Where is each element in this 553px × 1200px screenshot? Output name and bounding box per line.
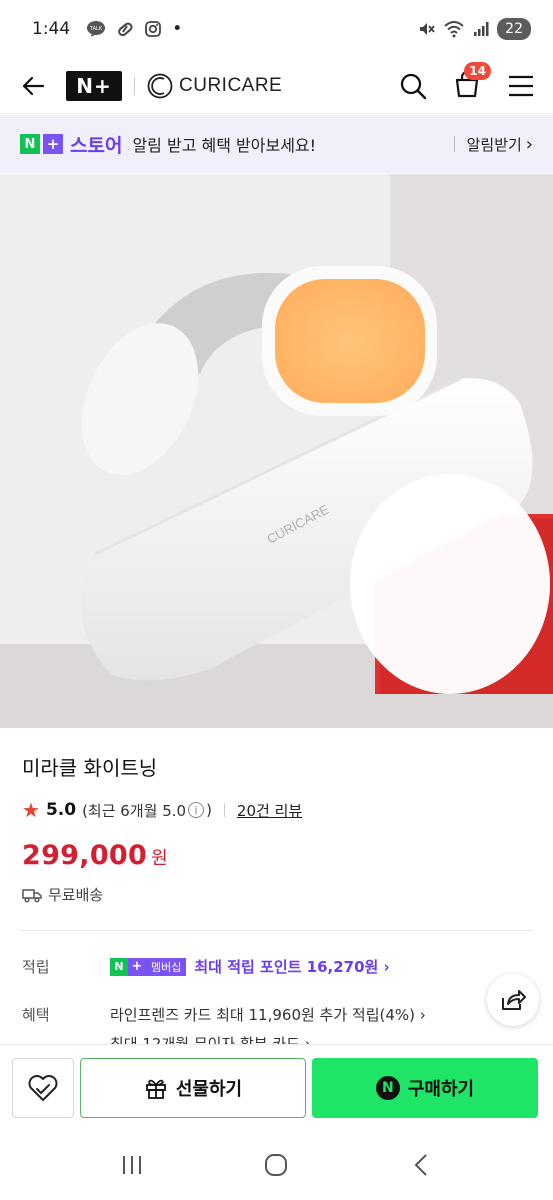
buy-button[interactable]: N 구매하기 — [312, 1057, 538, 1118]
naver-pay-icon: N — [375, 1075, 400, 1100]
gift-button[interactable]: 선물하기 — [80, 1057, 306, 1118]
card-benefit-text: 라인프렌즈 카드 최대 11,960원 추가 적립(4%) › — [110, 1006, 426, 1024]
talk-badge-text: TALK — [89, 26, 103, 32]
wifi-icon — [443, 20, 465, 38]
status-time: 1:44 — [32, 19, 71, 39]
mute-icon — [417, 20, 435, 38]
section-divider — [20, 930, 533, 931]
max-points-text: 최대 적립 포인트 16,270원 › — [194, 958, 390, 976]
pill-icon — [116, 20, 134, 38]
signal-icon — [473, 21, 489, 37]
membership-label: 멤버십 — [146, 957, 187, 976]
notify-separator — [453, 136, 455, 152]
store-name: 스토어 — [70, 134, 123, 157]
search-button[interactable] — [399, 72, 427, 100]
curicare-logo-icon — [147, 73, 173, 98]
product-title: 미라클 화이트닝 — [22, 756, 158, 780]
instagram-icon — [144, 20, 162, 38]
purchase-action-bar: 선물하기 N 구매하기 — [0, 1044, 553, 1130]
naver-plus-store-logo: N + 스토어 — [20, 131, 122, 158]
cart-button[interactable]: 14 — [453, 61, 491, 102]
points-row[interactable]: 적립 N + 멤버십 최대 적립 포인트 16,270원 › — [22, 956, 390, 977]
product-photo-illustration: CURICARE — [0, 174, 553, 728]
search-icon — [400, 73, 427, 99]
recent-rating-text: (최근 6개월 5.0 — [82, 801, 187, 820]
recent-rating: (최근 6개월 5.0 i ) — [82, 800, 212, 821]
store-notification-banner: N + 스토어 알림 받고 혜택 받아보세요! 알림받기 › — [0, 115, 553, 173]
share-icon — [502, 990, 526, 1010]
price-row: 299,000 원 — [22, 840, 168, 871]
store-logo-n: N — [20, 134, 40, 154]
star-icon: ★ — [22, 798, 40, 822]
hamburger-menu-icon — [509, 75, 533, 96]
recent-apps-icon — [123, 1156, 142, 1174]
benefit-label: 혜택 — [22, 1006, 50, 1024]
recent-rating-close: ) — [206, 801, 212, 819]
gift-label: 선물하기 — [175, 1078, 243, 1100]
membership-plus: + — [128, 957, 146, 976]
notify-label: 알림받기 — [466, 135, 522, 154]
info-icon[interactable]: i — [188, 802, 205, 818]
status-dot: • — [172, 19, 183, 39]
wishlist-button[interactable] — [12, 1057, 74, 1118]
nav-back-button[interactable] — [401, 1145, 441, 1185]
brand-name: CURICARE — [179, 74, 283, 96]
nav-back-icon — [414, 1154, 427, 1176]
rating-score: 5.0 — [45, 800, 77, 820]
shipping-text: 무료배송 — [48, 886, 104, 904]
battery-indicator: 22 — [497, 18, 531, 40]
logo-divider — [134, 76, 135, 95]
system-nav-bar — [0, 1130, 553, 1200]
buy-label: 구매하기 — [407, 1078, 475, 1100]
membership-badge: N + 멤버십 — [110, 957, 187, 976]
share-button[interactable] — [487, 974, 539, 1026]
benefit-row[interactable]: 혜택 라인프렌즈 카드 최대 11,960원 추가 적립(4%) › — [22, 1004, 426, 1025]
cart-count-badge: 14 — [464, 61, 491, 80]
membership-n: N — [110, 957, 128, 976]
menu-button[interactable] — [507, 74, 535, 98]
points-label: 적립 — [22, 958, 50, 976]
store-logo-plus: + — [43, 134, 63, 154]
shipping-info: 무료배송 — [22, 884, 103, 905]
product-image[interactable]: CURICARE — [0, 174, 553, 728]
back-button[interactable] — [20, 73, 46, 99]
kakaotalk-icon: TALK — [86, 20, 106, 38]
heart-check-icon — [28, 1074, 58, 1101]
chevron-right-icon: › — [525, 133, 533, 155]
review-link[interactable]: 20건 리뷰 — [237, 800, 302, 821]
brand-logo[interactable]: CURICARE — [147, 73, 282, 99]
home-button[interactable] — [256, 1145, 296, 1185]
store-banner-message: 알림 받고 혜택 받아보세요! — [132, 136, 317, 155]
status-bar: 1:44 TALK • 22 — [0, 0, 553, 58]
rating-divider — [223, 803, 225, 817]
price-unit: 원 — [151, 848, 168, 869]
gift-icon — [145, 1079, 166, 1099]
rating-row: ★ 5.0 (최근 6개월 5.0 i ) 20건 리뷰 — [22, 798, 302, 822]
back-arrow-icon — [22, 76, 45, 95]
recent-apps-button[interactable] — [112, 1145, 152, 1185]
product-price: 299,000 — [22, 840, 148, 871]
installment-benefit-text: 최대 12개월 무이자 할부 카드 › — [110, 1035, 311, 1044]
delivery-truck-icon — [22, 888, 42, 902]
home-icon — [265, 1154, 288, 1176]
app-header: N+ CURICARE 14 — [0, 58, 553, 114]
naver-plus-logo[interactable]: N+ — [66, 70, 122, 101]
notify-subscribe-button[interactable]: 알림받기 › — [453, 133, 533, 155]
